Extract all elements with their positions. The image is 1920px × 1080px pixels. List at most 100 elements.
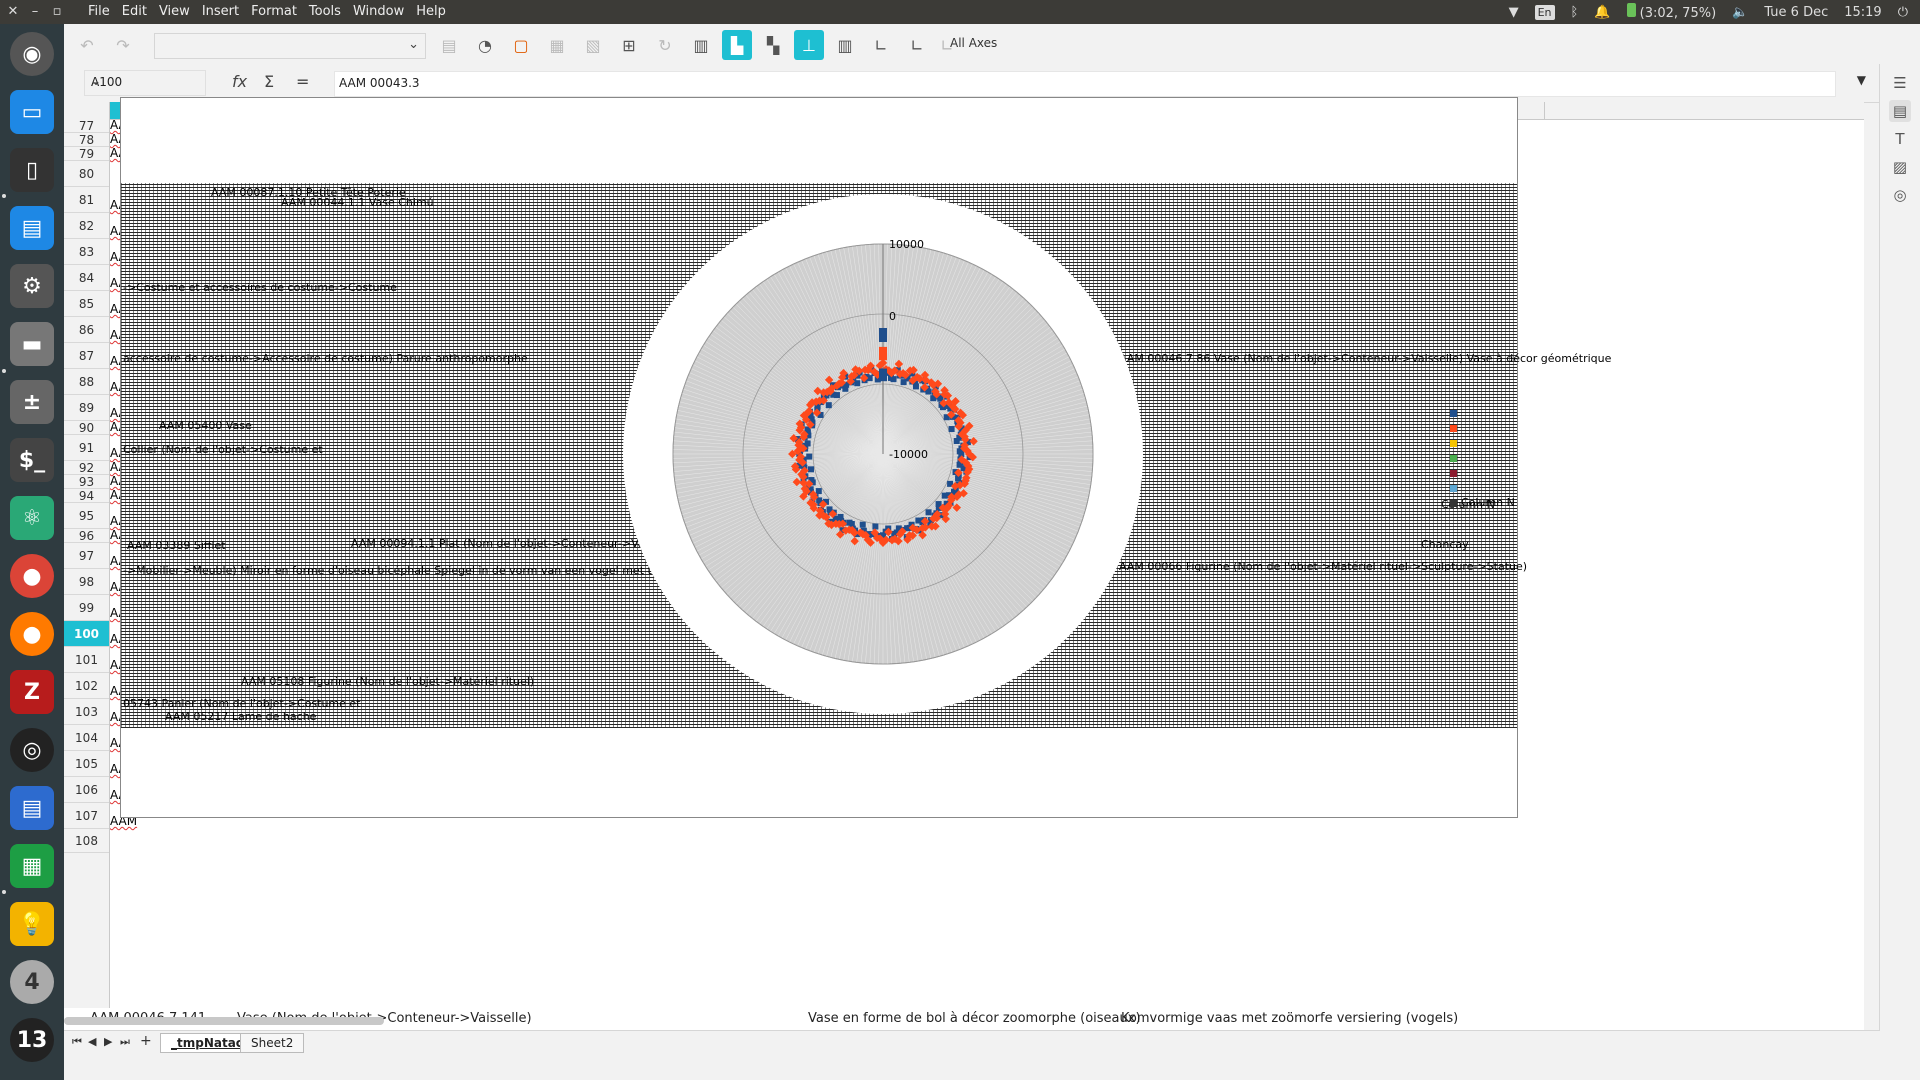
dash-home-icon[interactable]: ◉ — [10, 32, 54, 76]
workspace-13-icon[interactable]: 13 — [10, 1018, 54, 1062]
row-header-82[interactable]: 82 — [64, 213, 109, 239]
properties-sliders-icon[interactable]: ☰ — [1889, 72, 1911, 94]
horizontal-scrollbar[interactable] — [64, 1017, 384, 1025]
all-axes-button[interactable]: All Axes — [950, 36, 997, 50]
menu-view[interactable]: View — [153, 0, 196, 24]
calculator-icon[interactable]: ± — [10, 380, 54, 424]
terminal-icon[interactable]: $_ — [10, 438, 54, 482]
chart-element-select[interactable]: ⌄ — [154, 33, 426, 59]
row-header-106[interactable]: 106 — [64, 777, 109, 803]
legend-toggle-icon[interactable]: ▙ — [722, 30, 752, 60]
menu-window[interactable]: Window — [347, 0, 410, 24]
menu-edit[interactable]: Edit — [116, 0, 153, 24]
firefox-browser-icon[interactable]: ● — [10, 612, 54, 656]
file-manager-icon[interactable]: ▬ — [10, 322, 54, 366]
row-header-80[interactable]: 80 — [64, 161, 109, 187]
row-header-79[interactable]: 79 — [64, 147, 109, 161]
formula-input[interactable]: AAM 00043.3 — [334, 71, 1836, 97]
expand-formula-icon[interactable]: ▼ — [1857, 73, 1866, 87]
y-axis-icon[interactable]: ∟ — [902, 30, 932, 60]
chrome-browser-icon[interactable]: ● — [10, 554, 54, 598]
row-header-108[interactable]: 108 — [64, 829, 109, 853]
menu-insert[interactable]: Insert — [196, 0, 245, 24]
sum-icon[interactable]: Σ — [264, 72, 274, 91]
row-header-93[interactable]: 93 — [64, 475, 109, 489]
cell-d108[interactable]: Komvormige vaas met zoömorfe versiering … — [1121, 1011, 1458, 1026]
row-header-97[interactable]: 97 — [64, 543, 109, 569]
vertical-grids-icon[interactable]: ▥ — [830, 30, 860, 60]
embedded-chart[interactable]: AAM 00087.1.10 Petite Tête Poterie AAM 00… — [120, 97, 1611, 818]
add-sheet-icon[interactable]: + — [140, 1033, 152, 1049]
sheet-tab-sheet2[interactable]: Sheet2 — [240, 1033, 305, 1053]
row-header-104[interactable]: 104 — [64, 725, 109, 751]
idea-bulb-icon[interactable]: 💡 — [10, 902, 54, 946]
chart-area-icon[interactable]: ▦ — [542, 30, 572, 60]
row-header-96[interactable]: 96 — [64, 529, 109, 543]
row-header-89[interactable]: 89 — [64, 395, 109, 421]
prev-sheet-icon[interactable]: ◀ — [88, 1035, 96, 1048]
gallery-image-icon[interactable]: ▨ — [1889, 156, 1911, 178]
styles-icon[interactable]: ▤ — [1889, 100, 1911, 122]
minimize-window-icon[interactable]: – — [26, 2, 44, 22]
menu-help[interactable]: Help — [410, 0, 452, 24]
redo-icon[interactable]: ↷ — [108, 30, 138, 60]
bluetooth-icon[interactable]: ᛒ — [1571, 5, 1579, 20]
calc-spreadsheet-icon[interactable]: ▦ — [10, 844, 54, 888]
notification-bell-icon[interactable]: 🔔 — [1594, 5, 1610, 20]
chart-wall-icon[interactable]: ▢ — [506, 30, 536, 60]
row-header-87[interactable]: 87 — [64, 343, 109, 369]
row-header-77[interactable]: 77 — [64, 119, 109, 133]
maximize-window-icon[interactable]: ▫ — [48, 2, 66, 22]
undo-icon[interactable]: ↶ — [72, 30, 102, 60]
row-header-103[interactable]: 103 — [64, 699, 109, 725]
row-header-100[interactable]: 100 — [64, 621, 109, 647]
legend-icon[interactable]: ▚ — [758, 30, 788, 60]
clock-time[interactable]: 15:19 — [1844, 5, 1881, 20]
chart-type-icon[interactable]: ◔ — [470, 30, 500, 60]
settings-gear-icon[interactable]: ⚙ — [10, 264, 54, 308]
files-window-icon[interactable]: ▭ — [10, 90, 54, 134]
row-header-94[interactable]: 94 — [64, 489, 109, 503]
document-viewer-icon[interactable]: ▤ — [10, 206, 54, 250]
formula-equals-icon[interactable]: = — [296, 72, 309, 91]
menu-format[interactable]: Format — [245, 0, 303, 24]
navigator-compass-icon[interactable]: ◎ — [1889, 184, 1911, 206]
close-window-icon[interactable]: ✕ — [4, 2, 22, 22]
clock-date[interactable]: Tue 6 Dec — [1764, 5, 1828, 20]
writer-document-icon[interactable]: ▤ — [10, 786, 54, 830]
row-header-78[interactable]: 78 — [64, 133, 109, 147]
titles-icon[interactable]: ▥ — [686, 30, 716, 60]
row-header-92[interactable]: 92 — [64, 461, 109, 475]
row-header-83[interactable]: 83 — [64, 239, 109, 265]
row-header-98[interactable]: 98 — [64, 569, 109, 595]
row-header-101[interactable]: 101 — [64, 647, 109, 673]
row-header-105[interactable]: 105 — [64, 751, 109, 777]
three-d-view-icon[interactable]: ▧ — [578, 30, 608, 60]
volume-icon[interactable]: 🔈 — [1732, 5, 1748, 20]
phone-app-icon[interactable]: ▯ — [10, 148, 54, 192]
power-icon[interactable]: ⏻ — [1898, 5, 1908, 20]
row-header-102[interactable]: 102 — [64, 673, 109, 699]
row-header-86[interactable]: 86 — [64, 317, 109, 343]
row-header-95[interactable]: 95 — [64, 503, 109, 529]
atom-editor-icon[interactable]: ⚛ — [10, 496, 54, 540]
wifi-icon[interactable]: ▼ — [1509, 5, 1519, 20]
workspace-4-icon[interactable]: 4 — [10, 960, 54, 1004]
name-box[interactable]: A100 ⌄ — [84, 70, 206, 96]
menu-file[interactable]: File — [82, 0, 116, 24]
row-header-81[interactable]: 81 — [64, 187, 109, 213]
x-axis-icon[interactable]: ∟ — [866, 30, 896, 60]
battery-indicator[interactable]: (3:02, 75%) — [1626, 3, 1716, 21]
row-header-90[interactable]: 90 — [64, 421, 109, 435]
last-sheet-icon[interactable]: ⏭ — [120, 1035, 130, 1049]
data-table-icon[interactable]: ⊞ — [614, 30, 644, 60]
rhythmbox-icon[interactable]: ◎ — [10, 728, 54, 772]
row-header-107[interactable]: 107 — [64, 803, 109, 829]
row-header-99[interactable]: 99 — [64, 595, 109, 621]
data-ranges-icon[interactable]: ↻ — [650, 30, 680, 60]
function-wizard-icon[interactable]: fx — [232, 72, 247, 91]
cell-c108[interactable]: Vase en forme de bol à décor zoomorphe (… — [808, 1011, 1141, 1026]
first-sheet-icon[interactable]: ⏮ — [72, 1035, 82, 1049]
row-header-84[interactable]: 84 — [64, 265, 109, 291]
next-sheet-icon[interactable]: ▶ — [104, 1035, 112, 1048]
